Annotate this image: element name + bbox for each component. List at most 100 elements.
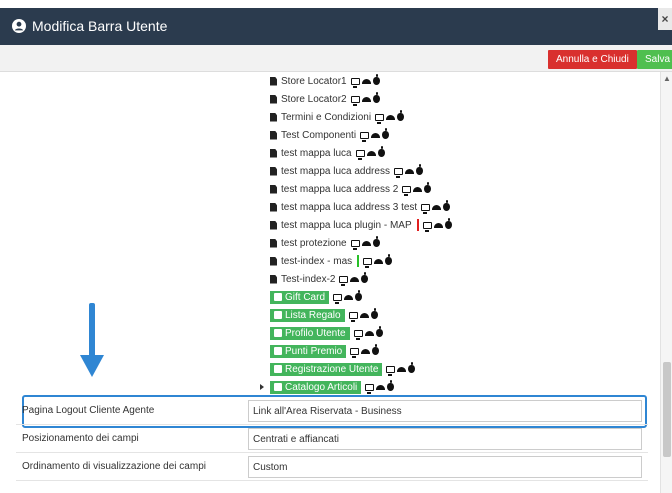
tree-item[interactable]: test mappa luca address 2 [270, 180, 660, 198]
document-icon [270, 94, 277, 104]
android-icon [397, 366, 407, 372]
android-icon [433, 222, 443, 228]
desktop-icon [365, 383, 375, 394]
desktop-icon [350, 77, 360, 88]
tree-item[interactable]: test mappa luca address 3 test [270, 198, 660, 216]
section-label: Catalogo Articoli [270, 380, 362, 394]
desktop-icon [353, 329, 363, 340]
tree-section[interactable]: Profilo Utente [270, 324, 660, 342]
field-order-field[interactable] [248, 456, 642, 478]
desktop-icon [363, 257, 373, 268]
tree-item[interactable]: Store Locator1 [270, 72, 660, 90]
user-circle-icon [12, 19, 26, 33]
document-icon [270, 148, 277, 158]
tree-item-label: Store Locator1 [281, 75, 347, 87]
document-icon [270, 166, 277, 176]
tree-item[interactable]: test protezione [270, 234, 660, 252]
cancel-close-button[interactable]: Annulla e Chiudi [548, 50, 637, 69]
apple-icon [408, 362, 416, 373]
dialog-header: Modifica Barra Utente [0, 8, 672, 45]
section-label: Gift Card [270, 290, 330, 304]
document-icon [270, 130, 277, 140]
gift-icon [274, 311, 282, 319]
gift-card-icon [274, 293, 282, 301]
logout-page-field[interactable] [248, 400, 642, 422]
award-icon [274, 347, 282, 355]
tree-item-label: Store Locator2 [281, 93, 347, 105]
section-label-text: Lista Regalo [285, 309, 341, 321]
tree-item-label: test mappa luca address [281, 165, 390, 177]
save-button[interactable]: Salva [637, 50, 672, 69]
user-plus-icon [274, 365, 282, 373]
tree-item[interactable]: Store Locator2 [270, 90, 660, 108]
tree-section[interactable]: Punti Premio [270, 342, 660, 360]
apple-icon [372, 236, 380, 247]
section-label-text: Punti Premio [285, 345, 343, 357]
section-label-text: Registrazione Utente [285, 363, 379, 375]
android-icon [386, 114, 396, 120]
apple-icon [443, 200, 451, 211]
tree-item[interactable]: test mappa luca plugin - MAP [270, 216, 660, 234]
apple-icon [424, 182, 432, 193]
form-label: Pagina Logout Cliente Agente [22, 405, 155, 416]
apple-icon [372, 74, 380, 85]
apple-icon [372, 92, 380, 103]
document-icon [270, 220, 277, 230]
grid-icon [274, 383, 282, 391]
scroll-thumb[interactable] [663, 362, 671, 457]
tree-item[interactable]: test mappa luca [270, 144, 660, 162]
section-label-text: Catalogo Articoli [285, 381, 358, 393]
android-icon [366, 150, 376, 156]
desktop-icon [339, 275, 349, 286]
scrollbar[interactable]: ▲ [660, 72, 672, 493]
section-label: Registrazione Utente [270, 362, 383, 376]
tree-item[interactable]: test mappa luca address [270, 162, 660, 180]
tree-section[interactable]: Lista Regalo [270, 306, 660, 324]
desktop-icon [393, 167, 403, 178]
desktop-icon [402, 185, 412, 196]
tree-item[interactable]: Test Componenti [270, 126, 660, 144]
expand-caret-icon[interactable] [260, 384, 264, 390]
desktop-icon [421, 203, 431, 214]
apple-icon [361, 272, 369, 283]
android-icon [371, 132, 381, 138]
apple-icon [355, 290, 363, 301]
apple-icon [387, 380, 395, 391]
android-icon [344, 294, 354, 300]
tree-item-label: Test-index-2 [281, 273, 336, 285]
document-icon [270, 238, 277, 248]
user-icon [274, 329, 282, 337]
android-icon [404, 168, 414, 174]
form-label: Posizionamento dei campi [22, 433, 139, 444]
apple-icon [385, 254, 393, 265]
tree-item[interactable]: Test-index-2 [270, 270, 660, 288]
scroll-up-icon[interactable]: ▲ [663, 74, 671, 83]
field-position-field[interactable] [248, 428, 642, 450]
apple-icon [375, 326, 383, 337]
tree-item-label: Test Componenti [281, 129, 357, 141]
status-marker-red [416, 219, 419, 231]
section-label: Profilo Utente [270, 326, 350, 340]
tree-section[interactable]: Catalogo Articoli [260, 378, 660, 396]
tree-section[interactable]: Registrazione Utente [270, 360, 660, 378]
android-icon [376, 384, 386, 390]
page-tree: Store Locator1 Store Locator2 Termini e … [260, 72, 660, 396]
document-icon [270, 76, 277, 86]
section-label: Punti Premio [270, 344, 347, 358]
document-icon [270, 184, 277, 194]
apple-icon [377, 146, 385, 157]
tree-item-label: Termini e Condizioni [281, 111, 372, 123]
apple-icon [372, 344, 380, 355]
android-icon [374, 258, 384, 264]
action-toolbar: Annulla e Chiudi Salva [0, 45, 672, 72]
document-icon [270, 256, 277, 266]
tree-item[interactable]: Termini e Condizioni [270, 108, 660, 126]
tree-item[interactable]: test-index - mas [270, 252, 660, 270]
desktop-icon [350, 347, 360, 358]
document-icon [270, 112, 277, 122]
close-icon[interactable]: × [658, 8, 672, 30]
tree-section[interactable]: Gift Card [270, 288, 660, 306]
apple-icon [382, 128, 390, 139]
dialog-title-text: Modifica Barra Utente [32, 18, 168, 34]
section-label-text: Gift Card [285, 291, 326, 303]
